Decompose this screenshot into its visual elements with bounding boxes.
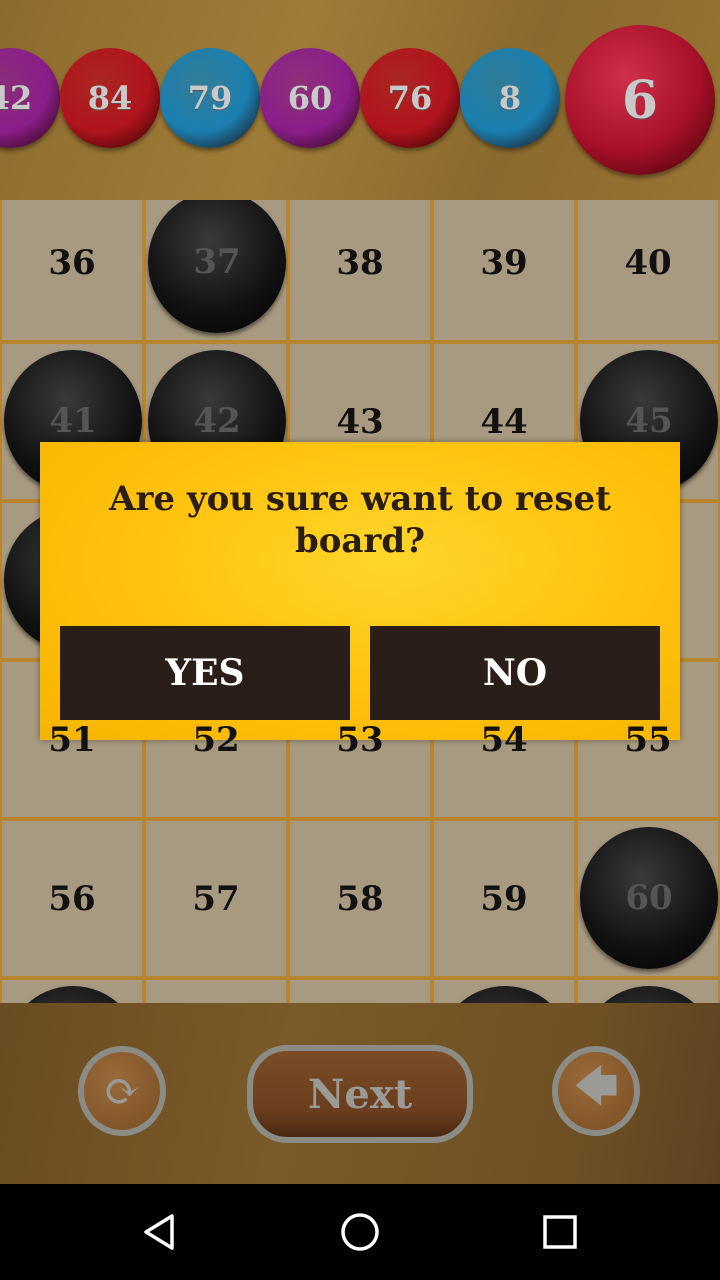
cell-number: 39 [480,242,528,283]
cell-number: 60 [625,878,673,918]
square-recents-icon [543,1215,577,1249]
cell-number: 57 [192,878,240,919]
dialog-message: Are you sure want to reset board? [109,479,611,561]
cell-number: 56 [48,878,96,919]
cell-number: 58 [336,878,384,919]
reset-dialog: Are you sure want to reset board? YES NO [40,442,680,740]
cell-number: 36 [48,242,96,283]
cell-number: 55 [624,719,672,760]
nav-back-button[interactable] [136,1208,184,1256]
triangle-back-icon [144,1214,174,1250]
nav-home-button[interactable] [336,1208,384,1256]
cell-number: 37 [193,242,241,282]
cell-number: 51 [48,719,96,760]
circle-home-icon [341,1213,379,1251]
cell-number: 59 [480,878,528,919]
cell-number: 54 [480,719,528,760]
cell-number: 41 [49,401,97,441]
cell-number: 42 [193,401,241,441]
cell-number: 53 [336,719,384,760]
cell-number: 40 [624,242,672,283]
android-nav-bar [0,1184,720,1280]
bingo-game: 428479607686 363738394041424344455152535… [0,0,720,1184]
cell-number: 43 [336,401,384,442]
nav-recents-button[interactable] [536,1208,584,1256]
cell-number: 44 [480,401,528,442]
no-button[interactable]: NO [370,626,660,720]
cell-number: 52 [192,719,240,760]
cell-number: 38 [336,242,384,283]
yes-button[interactable]: YES [60,626,350,720]
cell-number: 45 [625,401,673,441]
